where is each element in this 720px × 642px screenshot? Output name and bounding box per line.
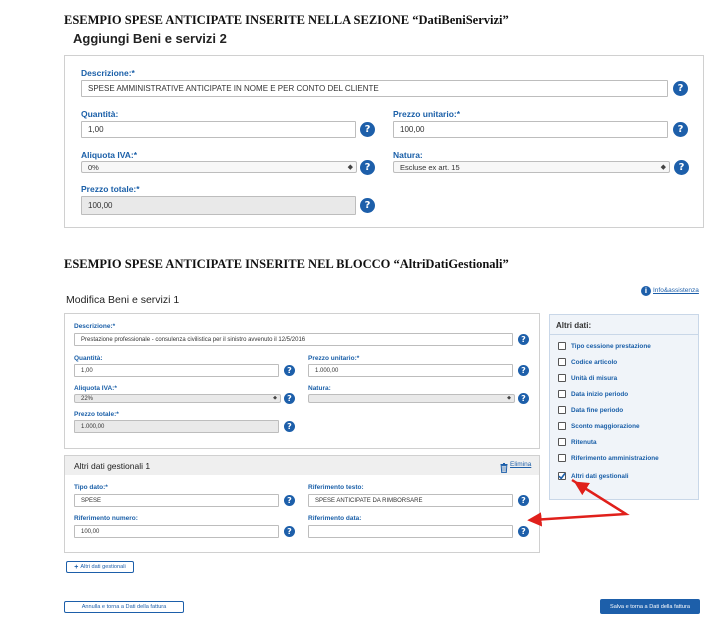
help-icon[interactable]: ?	[284, 393, 295, 404]
riferimento-data-field[interactable]	[308, 525, 513, 538]
tipo-dato-field[interactable]: SPESE	[74, 494, 279, 507]
plus-icon: +	[74, 563, 79, 571]
help-icon[interactable]: ?	[284, 495, 295, 506]
riferimento-data-label: Riferimento data:	[308, 515, 362, 522]
red-arrow-annotation	[527, 478, 630, 527]
quantita-field[interactable]: 1,00	[74, 364, 279, 377]
descrizione-field[interactable]: Prestazione professionale - consulenza c…	[74, 333, 513, 346]
trash-icon[interactable]	[500, 460, 508, 474]
help-icon[interactable]: ?	[284, 365, 295, 376]
natura-label: Natura:	[308, 385, 331, 392]
prezzo-totale-label: Prezzo totale:*	[74, 411, 119, 418]
aliquota-iva-value: 22%	[81, 395, 94, 402]
aliquota-iva-select[interactable]: 0% ◆	[81, 161, 357, 173]
help-icon[interactable]: ?	[284, 526, 295, 537]
aliquota-iva-value: 0%	[88, 162, 99, 172]
help-icon[interactable]: ?	[673, 81, 688, 96]
prezzo-unitario-field[interactable]: 1.000,00	[308, 364, 513, 377]
help-icon[interactable]: ?	[360, 122, 375, 137]
descrizione-label: Descrizione:*	[81, 68, 135, 78]
prezzo-unitario-field[interactable]: 100,00	[393, 121, 668, 138]
info-icon[interactable]: i	[641, 286, 651, 296]
help-icon[interactable]: ?	[518, 334, 529, 345]
help-icon[interactable]: ?	[360, 198, 375, 213]
riferimento-numero-label: Riferimento numero:	[74, 515, 138, 522]
riferimento-numero-field[interactable]: 100,00	[74, 525, 279, 538]
checkbox-ritenuta[interactable]	[558, 438, 566, 446]
tipo-dato-label: Tipo dato:*	[74, 484, 108, 491]
altri-dati-divider	[550, 334, 698, 335]
heading-altridatigestionali: ESEMPIO SPESE ANTICIPATE INSERITE NEL BL…	[64, 257, 509, 271]
riferimento-testo-label: Riferimento testo:	[308, 484, 364, 491]
gestionali-title: Altri dati gestionali 1	[74, 461, 151, 471]
prezzo-totale-field: 1.000,00	[74, 420, 279, 433]
checkbox-codice-articolo[interactable]	[558, 358, 566, 366]
checkbox-label: Riferimento amministrazione	[571, 455, 659, 462]
natura-select[interactable]: Escluse ex art. 15 ◆	[393, 161, 670, 173]
elimina-link[interactable]: Elimina	[510, 461, 531, 468]
help-icon[interactable]: ?	[360, 160, 375, 175]
prezzo-unitario-label: Prezzo unitario:*	[308, 355, 360, 362]
aliquota-iva-label: Aliquota IVA:*	[74, 385, 117, 392]
form1-title: Aggiungi Beni e servizi 2	[73, 31, 227, 46]
checkbox-label: Ritenuta	[571, 439, 597, 446]
info-assistenza-link[interactable]: Info&assistenza	[653, 287, 699, 294]
natura-select[interactable]: ◆	[308, 394, 515, 403]
help-icon[interactable]: ?	[673, 122, 688, 137]
checkbox-data-inizio[interactable]	[558, 390, 566, 398]
salva-button[interactable]: Salva e torna a Dati della fattura	[600, 599, 700, 614]
select-arrows-icon: ◆	[660, 163, 666, 171]
checkbox-label: Data inizio periodo	[571, 391, 629, 398]
checkbox-label: Codice articolo	[571, 359, 618, 366]
heading-datibeniservizi: ESEMPIO SPESE ANTICIPATE INSERITE NELLA …	[64, 13, 509, 27]
descrizione-field[interactable]: SPESE AMMINISTRATIVE ANTICIPATE IN NOME …	[81, 80, 668, 97]
aliquota-iva-select[interactable]: 22% ◆	[74, 394, 281, 403]
checkbox-label: Data fine periodo	[571, 407, 624, 414]
prezzo-unitario-label: Prezzo unitario:*	[393, 109, 461, 119]
aliquota-iva-label: Aliquota IVA:*	[81, 150, 138, 160]
natura-label: Natura:	[393, 150, 423, 160]
quantita-label: Quantità:	[81, 109, 119, 119]
checkbox-data-fine[interactable]	[558, 406, 566, 414]
checkbox-label: Unità di misura	[571, 375, 618, 382]
add-altri-dati-gestionali-button[interactable]: + Altri dati gestionali	[66, 561, 134, 573]
prezzo-totale-label: Prezzo totale:*	[81, 184, 140, 194]
checkbox-label: Sconto maggiorazione	[571, 423, 640, 430]
natura-value: Escluse ex art. 15	[400, 162, 460, 172]
descrizione-label: Descrizione:*	[74, 323, 116, 330]
checkbox-label: Tipo cessione prestazione	[571, 343, 651, 350]
help-icon[interactable]: ?	[518, 365, 529, 376]
add-button-label: Altri dati gestionali	[80, 564, 126, 570]
form2-title: Modifica Beni e servizi 1	[66, 294, 180, 306]
checkbox-sconto[interactable]	[558, 422, 566, 430]
prezzo-totale-field: 100,00	[81, 196, 356, 215]
quantita-label: Quantità:	[74, 355, 103, 362]
checkbox-riferimento-amministrazione[interactable]	[558, 454, 566, 462]
altri-dati-title: Altri dati:	[556, 321, 592, 330]
help-icon[interactable]: ?	[674, 160, 689, 175]
quantita-field[interactable]: 1,00	[81, 121, 356, 138]
select-arrows-icon: ◆	[507, 395, 511, 401]
select-arrows-icon: ◆	[347, 163, 353, 171]
select-arrows-icon: ◆	[273, 395, 277, 401]
help-icon[interactable]: ?	[284, 421, 295, 432]
riferimento-testo-field[interactable]: SPESE ANTICIPATE DA RIMBORSARE	[308, 494, 513, 507]
annulla-button[interactable]: Annulla e torna a Dati della fattura	[64, 601, 184, 613]
help-icon[interactable]: ?	[518, 393, 529, 404]
checkbox-tipo-cessione[interactable]	[558, 342, 566, 350]
checkbox-unita-misura[interactable]	[558, 374, 566, 382]
